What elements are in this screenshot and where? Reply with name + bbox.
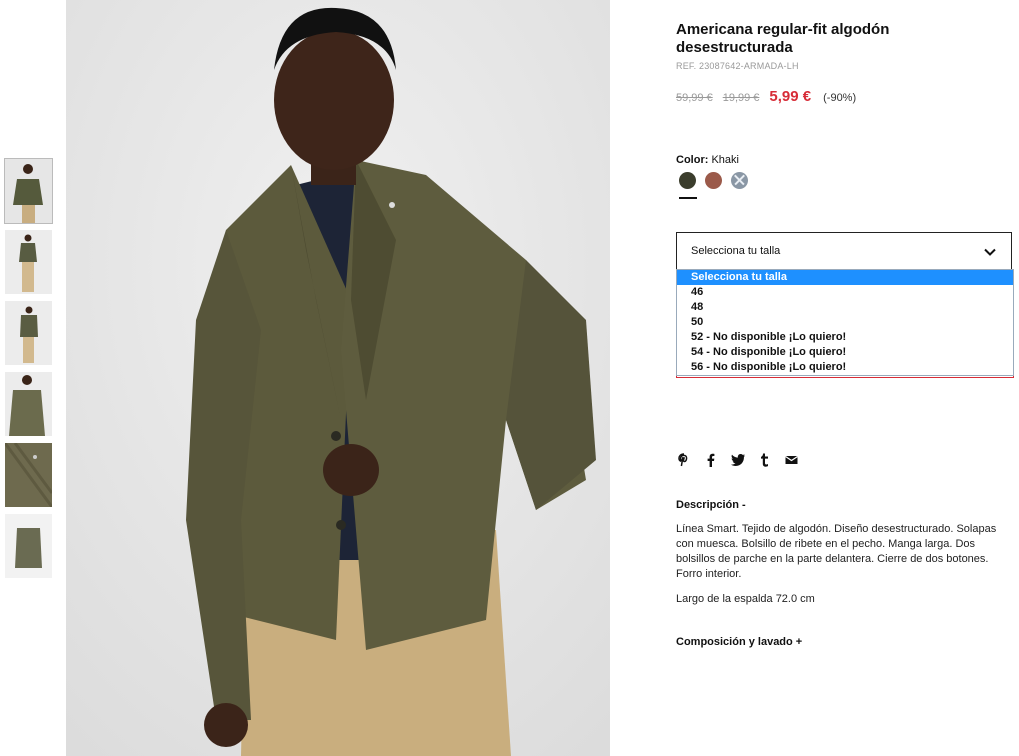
chevron-down-icon [984,248,996,256]
size-option[interactable]: 50 [677,315,1013,330]
color-label: Color: Khaki [676,154,739,166]
original-price: 59,99 € [676,92,713,104]
size-option[interactable]: 48 [677,300,1013,315]
thumbnail-gallery [4,158,53,585]
size-option[interactable]: 56 - No disponible ¡Lo quiero! [677,360,1013,375]
thumbnail-3[interactable] [5,301,52,365]
selected-swatch-indicator [679,197,697,199]
color-label-title: Color: [676,154,709,166]
twitter-icon[interactable] [730,452,745,467]
price-row: 59,99 € 19,99 € 5,99 € (-90%) [676,88,856,105]
thumbnail-4[interactable] [5,372,52,436]
size-option[interactable]: 46 [677,285,1013,300]
back-length-text: Largo de la espalda 72.0 cm [676,593,815,605]
previous-price: 19,99 € [722,92,760,104]
composition-toggle[interactable]: Composición y lavado + [676,636,802,648]
tumblr-icon[interactable] [757,452,772,467]
description-toggle[interactable]: Descripción - [676,499,746,511]
size-option[interactable]: Selecciona tu talla [677,270,1013,285]
pinterest-icon[interactable] [676,452,691,467]
size-option[interactable]: 54 - No disponible ¡Lo quiero! [677,345,1013,360]
color-swatch-brown[interactable] [705,172,722,189]
facebook-icon[interactable] [703,452,718,467]
color-swatches [679,172,748,189]
size-select-value: Selecciona tu talla [691,245,781,257]
product-reference: REF. 23087642-ARMADA-LH [676,61,799,71]
size-dropdown-list: Selecciona tu talla 46 48 50 52 - No dis… [676,269,1014,376]
thumbnail-5[interactable] [5,443,52,507]
description-text: Línea Smart. Tejido de algodón. Diseño d… [676,523,997,580]
size-select[interactable]: Selecciona tu talla [676,232,1012,270]
discount-badge: (-90%) [823,92,857,104]
sale-price: 5,99 € [769,88,812,105]
product-title: Americana regular-fit algodón desestruct… [676,21,890,56]
share-bar [676,452,799,467]
thumbnail-2[interactable] [5,230,52,294]
size-option[interactable]: 52 - No disponible ¡Lo quiero! [677,330,1013,345]
color-swatch-khaki[interactable] [679,172,696,189]
main-product-image [66,0,610,756]
color-swatch-blue-grey[interactable] [731,172,748,189]
email-icon[interactable] [784,452,799,467]
thumbnail-6[interactable] [5,514,52,578]
selected-color-name: Khaki [711,154,739,166]
thumbnail-1[interactable] [4,158,53,224]
